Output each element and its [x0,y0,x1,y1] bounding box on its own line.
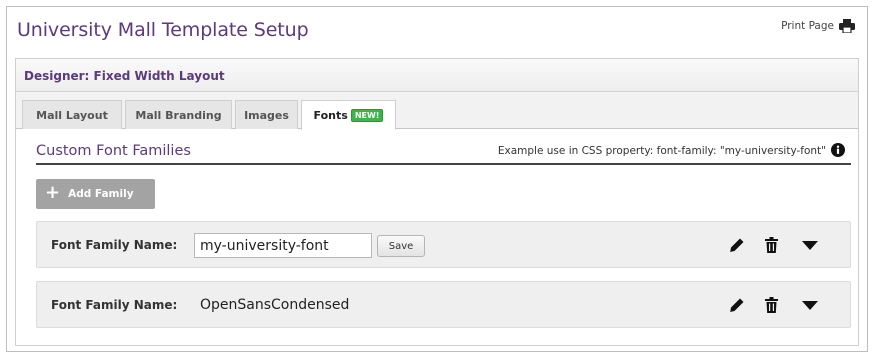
page-title: University Mall Template Setup [17,19,309,41]
trash-icon[interactable] [765,297,778,313]
font-family-name-label: Font Family Name: [51,238,178,252]
css-example-text: Example use in CSS property: font-family… [497,145,826,157]
font-family-name-value: OpenSansCondensed [200,297,350,313]
add-family-label: Add Family [68,188,134,200]
tab-mall-layout[interactable]: Mall Layout [22,100,122,129]
font-family-row: Font Family Name: OpenSansCondensed [36,281,851,328]
plus-icon: + [45,182,61,203]
tab-fonts-label: Fonts [313,109,348,122]
font-family-name-label: Font Family Name: [51,298,178,312]
pencil-icon[interactable] [729,297,745,313]
new-badge: NEW! [350,109,384,122]
section-title: Custom Font Families [36,143,191,159]
caret-down-icon[interactable] [802,241,818,250]
save-button[interactable]: Save [377,235,425,257]
designer-panel: Designer: Fixed Width Layout Mall Layout… [15,58,859,346]
section-divider [36,163,851,165]
add-family-button[interactable]: + Add Family [36,179,155,209]
print-page-label: Print Page [781,20,834,32]
page-frame: University Mall Template Setup Print Pag… [6,6,868,352]
tab-images[interactable]: Images [235,100,298,129]
tab-bar: Mall Layout Mall Branding Images Fonts NE… [16,92,858,130]
font-family-row: Font Family Name: Save [36,221,851,268]
tab-fonts[interactable]: Fonts NEW! [301,100,396,130]
panel-header: Designer: Fixed Width Layout [16,59,858,92]
font-family-name-input[interactable] [194,233,372,258]
trash-icon[interactable] [765,237,778,253]
printer-icon [839,19,855,33]
print-page-link[interactable]: Print Page [781,19,855,33]
caret-down-icon[interactable] [802,301,818,310]
info-circle-icon[interactable] [831,143,845,157]
pencil-icon[interactable] [729,237,745,253]
tab-mall-branding[interactable]: Mall Branding [125,100,232,129]
